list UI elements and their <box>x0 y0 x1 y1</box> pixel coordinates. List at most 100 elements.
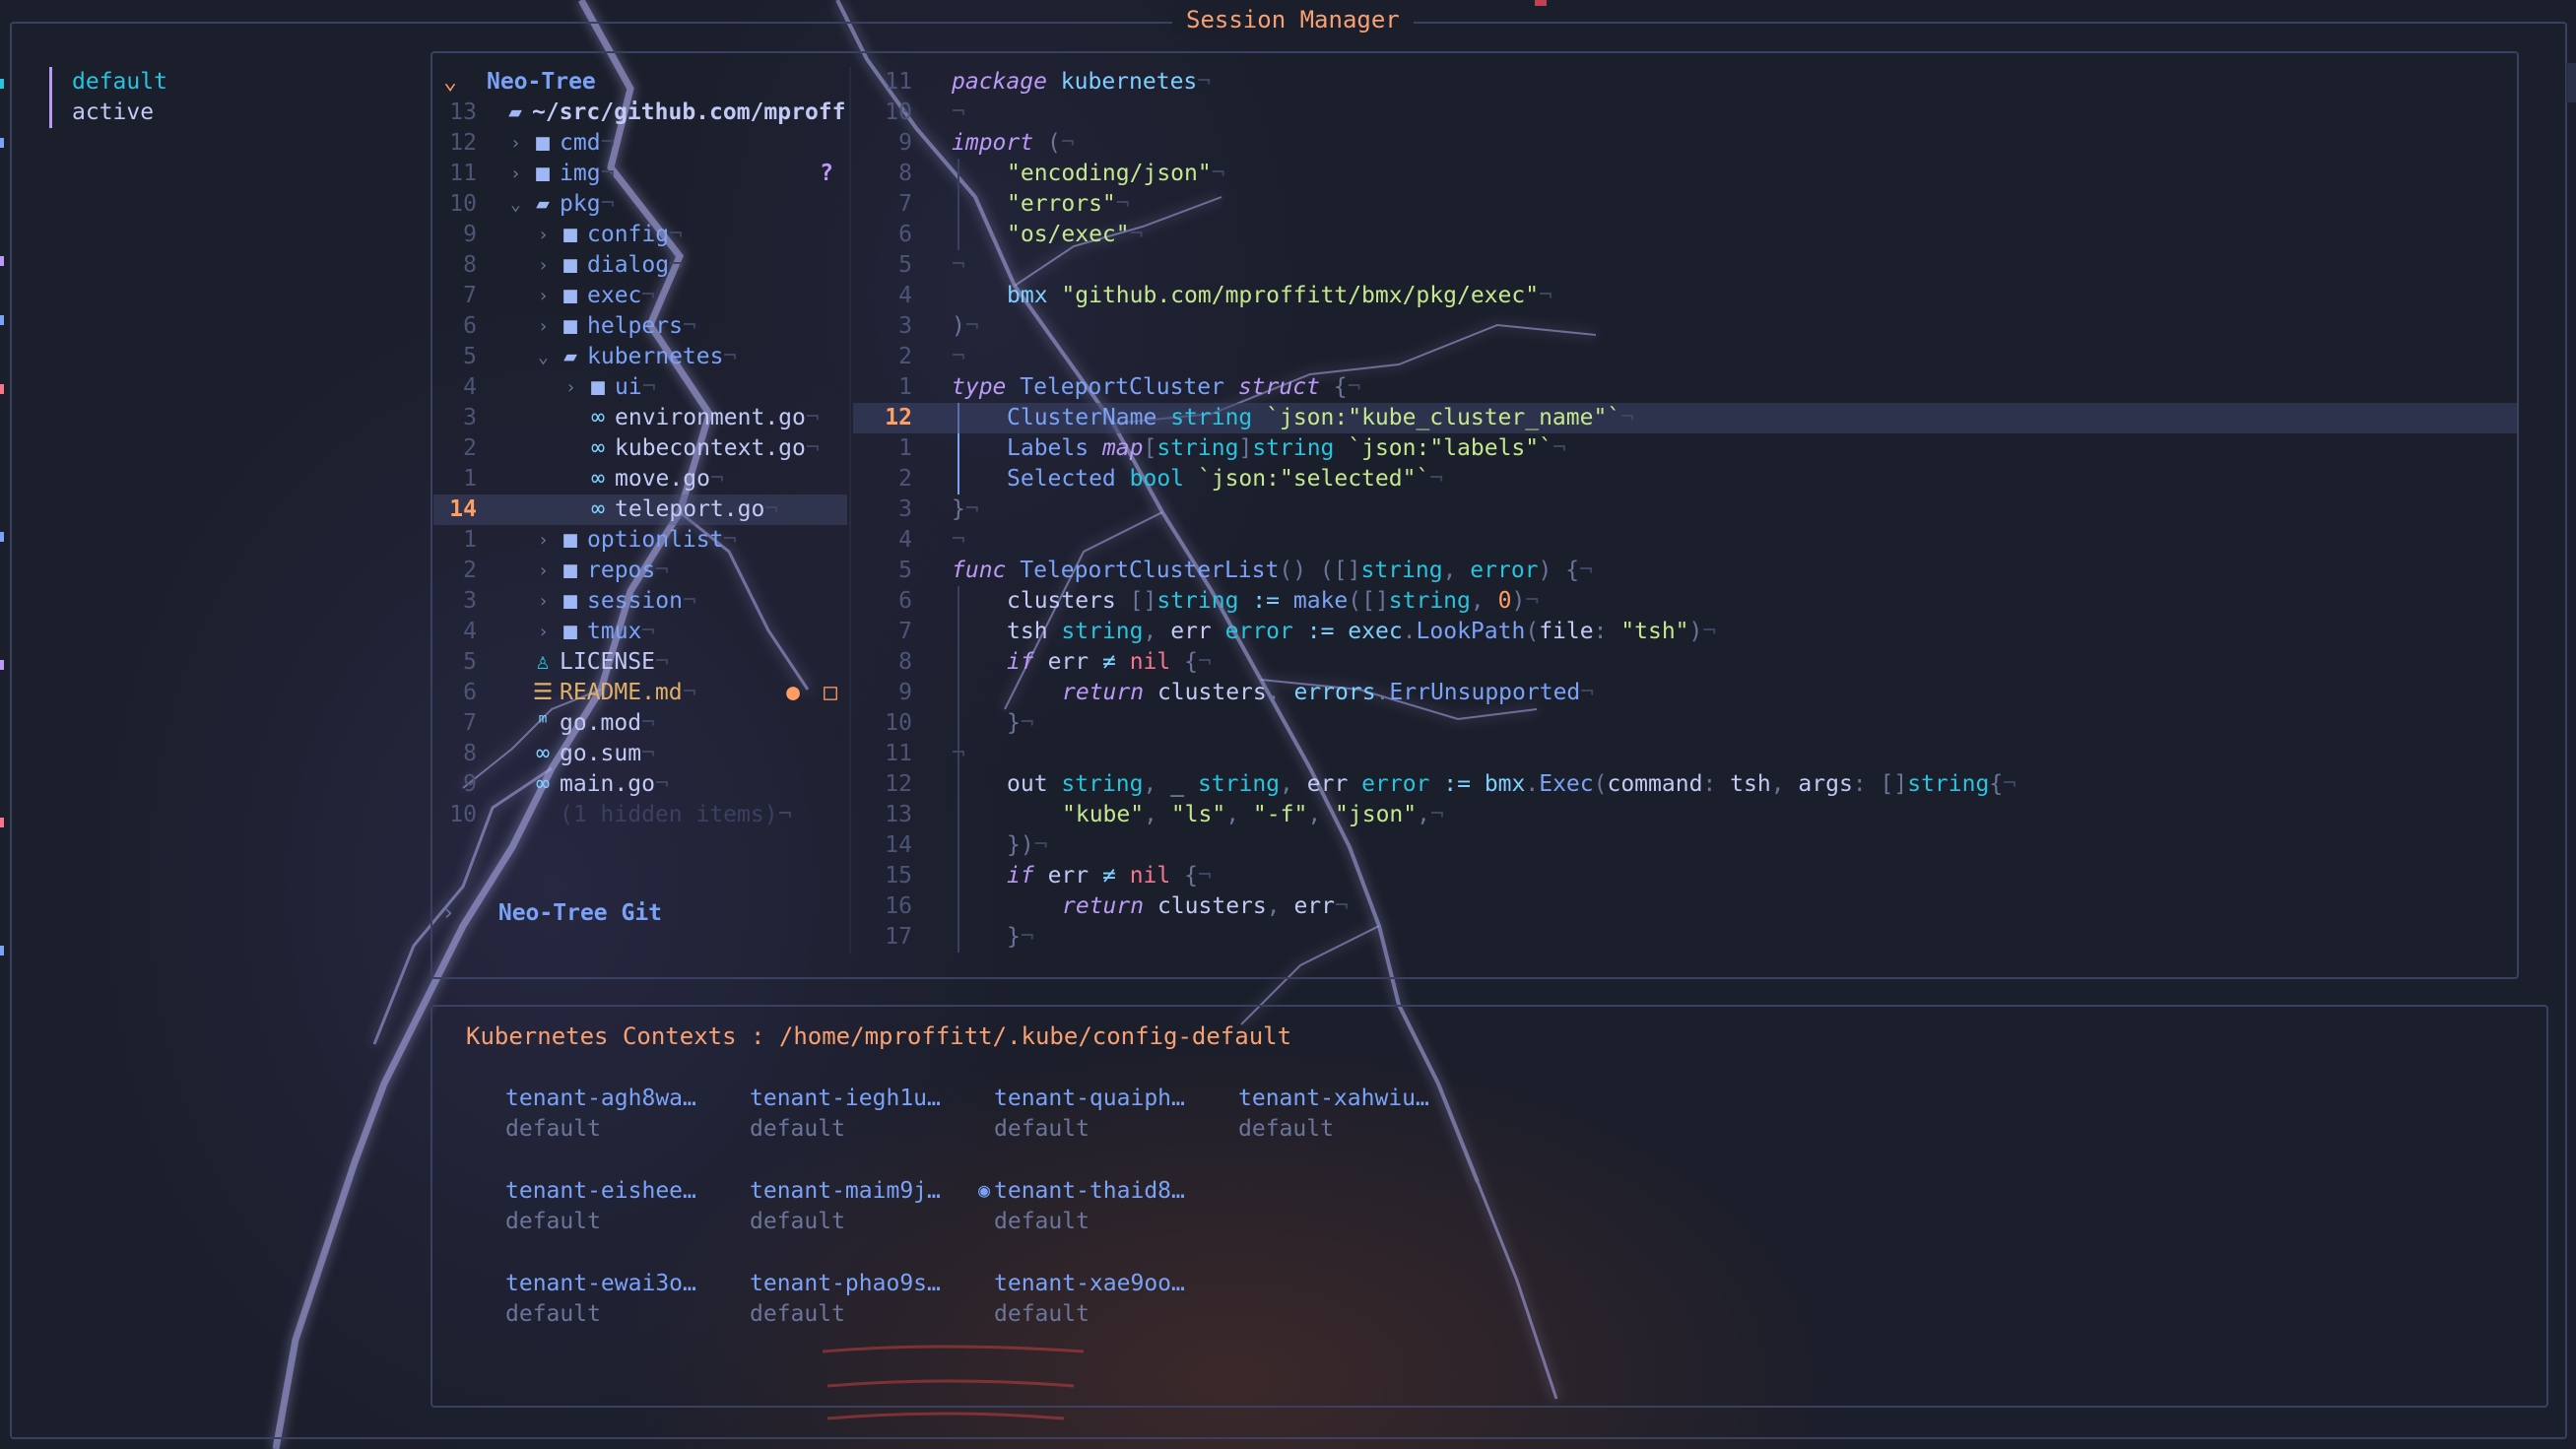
code-line[interactable]: 7 "errors"¬ <box>853 189 2518 220</box>
code-line[interactable]: 1 Labels map[string]string `json:"labels"… <box>853 433 2518 464</box>
chevron-right-icon[interactable]: › <box>538 281 549 311</box>
code-line[interactable]: 1 type TeleportCluster struct {¬ <box>853 372 2518 403</box>
tree-file-item[interactable]: 1 ∞ move.go ¬ <box>433 464 847 494</box>
code-line[interactable]: 16 return clusters, err¬ <box>853 891 2518 922</box>
code-line[interactable]: 4 ¬ <box>853 525 2518 556</box>
chevron-right-icon[interactable]: › <box>510 159 521 189</box>
scrollbar[interactable] <box>2566 63 2576 102</box>
chevron-right-icon[interactable]: › <box>538 556 549 586</box>
tree-folder-item[interactable]: 3 › ■ session ¬ <box>433 586 847 617</box>
line-number: 14 <box>449 496 477 522</box>
kube-context-namespace: default <box>994 1209 1090 1234</box>
line-number: 15 <box>885 863 912 889</box>
code-line[interactable]: 5 ¬ <box>853 250 2518 281</box>
code-line[interactable]: 15 if err ≠ nil {¬ <box>853 861 2518 891</box>
session-item-active[interactable]: active <box>72 98 167 128</box>
git-modified-icon: □ <box>824 680 837 705</box>
code-line[interactable]: 4 bmx "github.com/mproffitt/bmx/pkg/exec"… <box>853 281 2518 311</box>
tree-item-label: pkg <box>560 191 601 217</box>
code-line[interactable]: 12 ClusterName string `json:"kube_cluster… <box>853 403 2518 433</box>
kube-context-item[interactable]: tenant-maim9j… default ◉ <box>750 1176 990 1237</box>
kube-context-item[interactable]: tenant-agh8wa… default <box>505 1084 742 1145</box>
eol-marker: ¬ <box>806 435 820 461</box>
tree-folder-item[interactable]: 5 ⌄ ▰ kubernetes ¬ <box>433 342 847 372</box>
kube-context-item[interactable]: tenant-xahwiu… default <box>1238 1084 1475 1145</box>
session-item-default[interactable]: default <box>72 67 167 98</box>
code-line[interactable]: 7 tsh string, err error := exec.LookPath(… <box>853 617 2518 647</box>
line-number: 3 <box>898 496 912 522</box>
code-line[interactable]: 3)¬ <box>853 311 2518 342</box>
neo-tree-git-header[interactable]: › Neo-Tree Git <box>433 898 662 929</box>
chevron-down-icon[interactable]: ⌄ <box>510 189 521 220</box>
code-line[interactable]: 9 import (¬ <box>853 128 2518 159</box>
chevron-right-icon[interactable]: › <box>538 311 549 342</box>
kube-context-item[interactable]: tenant-iegh1u… default <box>750 1084 986 1145</box>
chevron-right-icon[interactable]: › <box>538 250 549 281</box>
code-line[interactable]: 2 Selected bool `json:"selected"`¬ <box>853 464 2518 494</box>
kube-context-item[interactable]: tenant-ewai3o… default <box>505 1269 742 1330</box>
code-line[interactable]: 10 ¬ <box>853 98 2518 128</box>
line-number: 14 <box>885 832 912 858</box>
code-line[interactable]: 9 return clusters, errors.ErrUnsupported¬ <box>853 678 2518 708</box>
code-line[interactable]: 14})¬ <box>853 830 2518 861</box>
chevron-right-icon[interactable]: › <box>538 220 549 250</box>
code-line[interactable]: 6 clusters []string := make([]string, 0)¬ <box>853 586 2518 617</box>
tree-file-item[interactable]: 6 ☰ README.md ¬ ● □ <box>433 678 847 708</box>
tree-file-item[interactable]: 7 ᵐ go.mod ¬ <box>433 708 847 739</box>
code-line[interactable]: 8 "encoding/json"¬ <box>853 159 2518 189</box>
tree-folder-item[interactable]: 2 › ■ repos ¬ <box>433 556 847 586</box>
line-number: 2 <box>898 344 912 369</box>
tree-file-item[interactable]: 2 ∞ kubecontext.go ¬ <box>433 433 847 464</box>
tree-folder-item[interactable]: 4 › ■ ui ¬ <box>433 372 847 403</box>
code-line[interactable]: 11 package kubernetes¬ <box>853 67 2518 98</box>
tree-folder-item[interactable]: 8 › ■ dialog ¬ <box>433 250 847 281</box>
tree-folder-item[interactable]: 10 ⌄ ▰ pkg ¬ <box>433 189 847 220</box>
chevron-right-icon[interactable]: › <box>510 128 521 159</box>
code-line[interactable]: 11 ¬ <box>853 739 2518 769</box>
tree-folder-item[interactable]: 4 › ■ tmux ¬ <box>433 617 847 647</box>
code-line[interactable]: 13 "kube", "ls", "-f", "json",¬ <box>853 800 2518 830</box>
code-line[interactable]: 3}¬ <box>853 494 2518 525</box>
code-line[interactable]: 10}¬ <box>853 708 2518 739</box>
code-line[interactable]: 12 out string, _ string, err error := bmx… <box>853 769 2518 800</box>
code-line[interactable]: 2 ¬ <box>853 342 2518 372</box>
chevron-right-icon[interactable]: › <box>538 586 549 617</box>
chevron-right-icon[interactable]: › <box>538 617 549 647</box>
code-line[interactable]: 17}¬ <box>853 922 2518 953</box>
eol-marker: ¬ <box>952 344 965 369</box>
tree-folder-item[interactable]: 11 › ■ img ¬? <box>433 159 847 189</box>
kube-context-item[interactable]: tenant-xae9oo… default <box>994 1269 1230 1330</box>
tree-file-item[interactable]: 14 ∞ teleport.go ¬ <box>433 494 847 525</box>
chevron-right-icon[interactable]: › <box>538 525 549 556</box>
tree-folder-item[interactable]: 1 › ■ optionlist ¬ <box>433 525 847 556</box>
code-line[interactable]: 6 "os/exec"¬ <box>853 220 2518 250</box>
tree-file-item[interactable]: 3 ∞ environment.go ¬ <box>433 403 847 433</box>
line-number: 6 <box>898 222 912 247</box>
chevron-right-icon[interactable]: › <box>565 372 576 403</box>
tree-file-item[interactable]: 10 (1 hidden items) ¬ <box>433 800 847 830</box>
line-number: 3 <box>898 313 912 339</box>
tree-folder-item[interactable]: 6 › ■ helpers ¬ <box>433 311 847 342</box>
line-number: 4 <box>898 527 912 553</box>
eol-marker: ¬ <box>1702 619 1717 644</box>
chevron-down-icon[interactable]: ⌄ <box>538 342 549 372</box>
tree-folder-item[interactable]: 7 › ■ exec ¬ <box>433 281 847 311</box>
tree-file-item[interactable]: 8 ∞ go.sum ¬ <box>433 739 847 769</box>
tree-file-item[interactable]: 9 ∞ main.go ¬ <box>433 769 847 800</box>
tree-file-item[interactable]: 5 ♙ LICENSE ¬ <box>433 647 847 678</box>
tree-folder-item[interactable]: 13 ▰ ~/src/github.com/mproff <box>433 98 847 128</box>
code-text: }¬ <box>1007 924 1034 950</box>
code-line[interactable]: 8 if err ≠ nil {¬ <box>853 647 2518 678</box>
kube-context-item[interactable]: tenant-eishee… default <box>505 1176 742 1237</box>
tree-item-label: LICENSE <box>560 649 655 675</box>
kube-context-item[interactable]: tenant-thaid8… default <box>994 1176 1230 1237</box>
tree-folder-item[interactable]: 9 › ■ config ¬ <box>433 220 847 250</box>
kube-context-item[interactable]: tenant-phao9s… default <box>750 1269 986 1330</box>
line-number: 12 <box>885 405 912 430</box>
kube-context-name: tenant-iegh1u… <box>750 1086 941 1111</box>
tree-folder-item[interactable]: 12 › ■ cmd ¬ <box>433 128 847 159</box>
code-line[interactable]: 5 func TeleportClusterList() ([]string, e… <box>853 556 2518 586</box>
kube-context-item[interactable]: tenant-quaiph… default <box>994 1084 1230 1145</box>
eol-marker: ¬ <box>723 344 737 369</box>
neo-tree-header[interactable]: ⌄ Neo-Tree <box>433 67 596 98</box>
